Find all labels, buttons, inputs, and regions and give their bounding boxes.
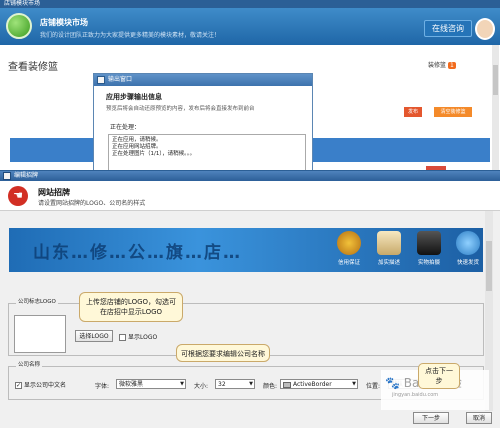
color-label: 颜色: <box>263 383 278 390</box>
signboard-preview: 山东…修…公…旗…店… 信用保证 加实描述 实物拍摄 快速发货 <box>9 228 483 272</box>
banner-company-text: 山东…修…公…旗…店… <box>33 243 242 263</box>
market-scrollbar[interactable] <box>492 45 499 175</box>
checkbox-checked[interactable]: ✓ <box>15 382 22 389</box>
choose-logo-button[interactable]: 选择LOGO <box>75 330 113 342</box>
market-header: 店铺模块市场 我们的设计团队正致力为大家提供更多精美的模块素材，敬请关注！ 在线… <box>0 8 500 45</box>
size-value: 32 <box>218 381 226 388</box>
module-basket-button[interactable]: 装修篮 1 <box>428 60 456 69</box>
chevron-down-icon: ▼ <box>352 381 356 387</box>
banner-item: 实物拍摄 <box>414 231 444 266</box>
output-heading: 应用步骤输出信息 <box>106 93 162 101</box>
basket-label: 装修篮 <box>428 62 447 69</box>
basket-count-badge: 1 <box>447 62 456 69</box>
market-logo-icon <box>6 13 32 39</box>
size-label: 大小: <box>194 383 209 390</box>
output-subtitle: 预览后将会自动还原预览的内容，发布后将会直接发布到前台 <box>106 106 255 112</box>
cancel-button[interactable]: 取消 <box>466 412 492 424</box>
output-log: 正在应用，请稍候。 正在应用网站招牌。 正在处理图片（1/1），请稍候。。。 <box>108 134 306 172</box>
banner-item: 快速发货 <box>453 231 483 266</box>
size-select[interactable]: 32 ▼ <box>215 379 255 389</box>
market-window-title: 店铺模块市场 <box>0 0 500 8</box>
show-company-cn-checkbox[interactable]: ✓ 显示公司中文名 <box>15 380 66 389</box>
logo-tip-bubble: 上传您店铺的LOGO，勾选可在店招中显示LOGO <box>79 292 183 322</box>
chevron-down-icon: ▼ <box>249 381 253 387</box>
banner-item-label: 信用保证 <box>337 260 360 266</box>
chevron-down-icon: ▼ <box>180 381 184 387</box>
font-value: 微软雅黑 <box>119 381 144 388</box>
log-line: 正在应用，请稍候。 <box>112 137 162 143</box>
shipping-icon <box>377 231 401 255</box>
scrollbar-thumb[interactable] <box>493 65 498 95</box>
market-name: 店铺模块市场 <box>40 18 88 27</box>
watermark-url: jingyan.baidu.com <box>392 392 439 398</box>
banner-item-label: 加实描述 <box>377 260 400 266</box>
avatar <box>475 18 495 40</box>
show-logo-label: 显示LOGO <box>128 334 158 341</box>
camera-icon <box>417 231 441 255</box>
checkbox-box[interactable] <box>119 334 126 341</box>
output-window: 输出窗口 应用步骤输出信息 预览后将会自动还原预览的内容，发布后将会直接发布到前… <box>93 73 313 175</box>
banner-item: 信用保证 <box>334 231 364 266</box>
show-logo-checkbox[interactable]: 显示LOGO <box>119 332 157 341</box>
next-step-bubble: 点击下一步 <box>418 363 460 389</box>
logo-preview-box <box>14 315 66 353</box>
color-select[interactable]: ActiveBorder ▼ <box>280 379 358 389</box>
page-title: 查看装修篮 <box>8 62 58 73</box>
baidu-paw-icon: 🐾 <box>385 376 400 390</box>
market-slogan: 我们的设计团队正致力为大家提供更多精美的模块素材，敬请关注！ <box>40 32 221 39</box>
output-window-title: 输出窗口 <box>94 74 312 86</box>
color-swatch <box>283 381 291 388</box>
font-label: 字体: <box>95 383 110 390</box>
banner-item: 加实描述 <box>374 231 404 266</box>
banner-item-label: 快速发货 <box>456 260 479 266</box>
company-name-group-label: 公司名称 <box>16 360 43 368</box>
clear-basket-button[interactable]: 清空装修篮 <box>434 107 472 117</box>
output-title-text: 输出窗口 <box>108 76 133 83</box>
position-label: 位置: <box>366 383 381 390</box>
window-icon <box>97 76 105 84</box>
processing-label: 正在处理： <box>110 124 141 131</box>
name-tip-bubble: 可根据您要求编辑公司名称 <box>176 344 270 362</box>
publish-button[interactable]: 发布 <box>404 107 422 117</box>
show-company-cn-label: 显示公司中文名 <box>24 382 67 389</box>
globe-icon <box>456 231 480 255</box>
next-button[interactable]: 下一步 <box>413 412 449 424</box>
online-consult-button[interactable]: 在线咨询 <box>424 20 472 37</box>
credit-icon <box>337 231 361 255</box>
logo-group-label: 公司标志LOGO <box>16 297 58 305</box>
log-line: 正在应用网站招牌。 <box>112 144 162 150</box>
banner-item-label: 实物拍摄 <box>417 260 440 266</box>
log-line: 正在处理图片（1/1），请稍候。。。 <box>112 151 196 157</box>
color-value: ActiveBorder <box>293 381 332 388</box>
font-select[interactable]: 微软雅黑 ▼ <box>116 379 186 389</box>
